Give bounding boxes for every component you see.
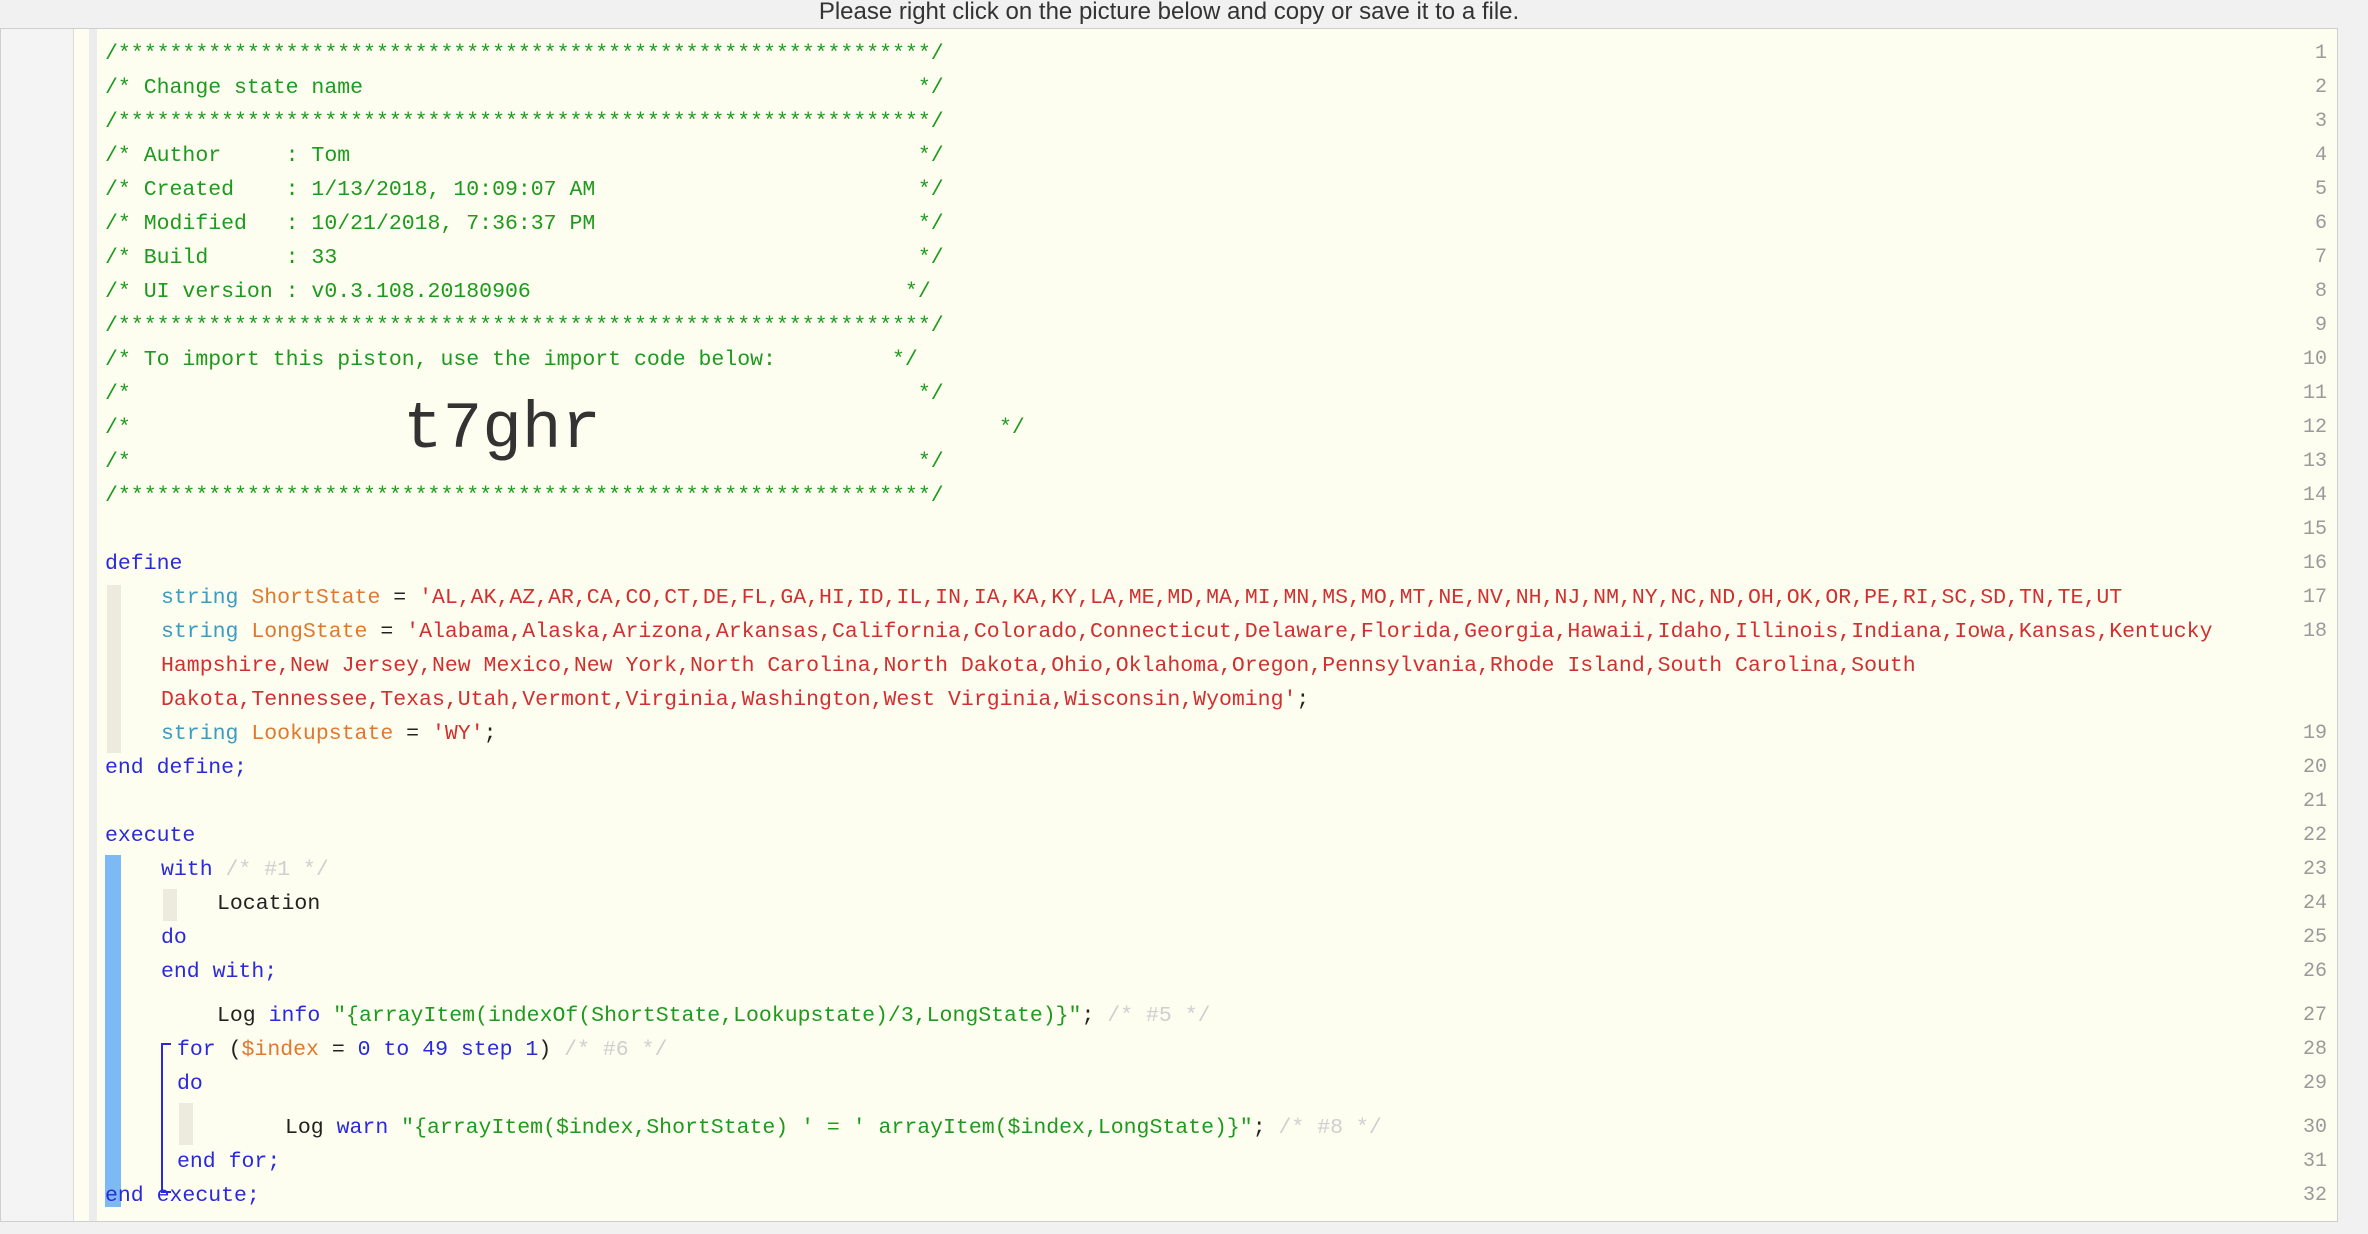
line-number: 3 xyxy=(2314,110,2327,133)
line-number: 15 xyxy=(2302,518,2327,541)
header-build: /* Build : 33 */ xyxy=(105,246,944,270)
for-indent-guide xyxy=(179,1103,193,1145)
line-number: 25 xyxy=(2302,926,2327,949)
for-statement: for ($index = 0 to 49 step 1) /* #6 */ xyxy=(177,1038,668,1062)
shortstate-declaration: string ShortState = 'AL,AK,AZ,AR,CA,CO,C… xyxy=(161,586,2123,610)
end-for-keyword: end for; xyxy=(177,1150,281,1174)
end-with-keyword: end with; xyxy=(161,960,278,984)
do-keyword: do xyxy=(161,926,187,950)
for-do-keyword: do xyxy=(177,1072,203,1096)
line-number: 24 xyxy=(2302,892,2327,915)
header-blank: /* */ xyxy=(105,450,944,474)
header-import-note: /* To import this piston, use the import… xyxy=(105,348,918,372)
line-number: 32 xyxy=(2302,1184,2327,1207)
piston-code-image[interactable]: 1 2 3 4 5 6 7 8 9 10 11 12 13 14 15 16 17 18 19 20 21 22 23 24 2… xyxy=(0,28,2338,1222)
line-number: 23 xyxy=(2302,858,2327,881)
line-number: 2 xyxy=(2314,76,2327,99)
longstate-continuation-1: Hampshire,New Jersey,New Mexico,New York… xyxy=(161,654,1916,678)
header-border: /***************************************… xyxy=(105,110,944,134)
line-number: 4 xyxy=(2314,144,2327,167)
line-number: 10 xyxy=(2302,348,2327,371)
log-warn-statement: Log warn "{arrayItem($index,ShortState) … xyxy=(285,1116,1382,1140)
line-number: 28 xyxy=(2302,1038,2327,1061)
location-device: Location xyxy=(217,892,321,916)
longstate-continuation-2: Dakota,Tennessee,Texas,Utah,Vermont,Virg… xyxy=(161,688,1310,712)
line-number: 6 xyxy=(2314,212,2327,235)
line-number: 13 xyxy=(2302,450,2327,473)
end-define-keyword: end define; xyxy=(105,756,247,780)
line-number: 14 xyxy=(2302,484,2327,507)
line-number: 20 xyxy=(2302,756,2327,779)
line-number: 7 xyxy=(2314,246,2327,269)
line-number: 21 xyxy=(2302,790,2327,813)
line-number: 9 xyxy=(2314,314,2327,337)
log-info-statement: Log info "{arrayItem(indexOf(ShortState,… xyxy=(217,1004,1211,1028)
copy-instruction: Please right click on the picture below … xyxy=(818,0,1520,25)
define-keyword: define xyxy=(105,552,183,576)
header-title: /* Change state name */ xyxy=(105,76,944,100)
selection-bar xyxy=(105,855,121,1207)
header-border: /***************************************… xyxy=(105,314,944,338)
line-number: 5 xyxy=(2314,178,2327,201)
header-border-top: /***************************************… xyxy=(105,42,944,66)
header-code-suffix: */ xyxy=(999,416,1025,440)
header-ui-version: /* UI version : v0.3.108.20180906 */ xyxy=(105,280,931,304)
longstate-declaration: string LongState = 'Alabama,Alaska,Arizo… xyxy=(161,620,2213,644)
line-number: 30 xyxy=(2302,1116,2327,1139)
header-author: /* Author : Tom */ xyxy=(105,144,944,168)
with-statement: with /* #1 */ xyxy=(161,858,329,882)
line-number: 17 xyxy=(2302,586,2327,609)
line-number: 31 xyxy=(2302,1150,2327,1173)
line-number: 16 xyxy=(2302,552,2327,575)
define-indent-guide xyxy=(107,585,121,753)
header-modified: /* Modified : 10/21/2018, 7:36:37 PM */ xyxy=(105,212,944,236)
line-number: 29 xyxy=(2302,1072,2327,1095)
with-indent-guide xyxy=(163,889,177,921)
line-number: 22 xyxy=(2302,824,2327,847)
line-number: 18 xyxy=(2302,620,2327,643)
lookupstate-declaration: string Lookupstate = 'WY'; xyxy=(161,722,497,746)
header-border-bottom: /***************************************… xyxy=(105,484,944,508)
header-created: /* Created : 1/13/2018, 10:09:07 AM */ xyxy=(105,178,944,202)
line-number: 27 xyxy=(2302,1004,2327,1027)
header-code-prefix: /* xyxy=(105,416,131,440)
gutter-edge xyxy=(89,29,97,1221)
line-number: 8 xyxy=(2314,280,2327,303)
line-number: 1 xyxy=(2314,42,2327,65)
line-number: 12 xyxy=(2302,416,2327,439)
line-number-gutter xyxy=(1,29,74,1221)
line-number: 26 xyxy=(2302,960,2327,983)
execute-keyword: execute xyxy=(105,824,196,848)
line-number: 11 xyxy=(2302,382,2327,405)
for-loop-bracket xyxy=(161,1043,171,1193)
end-execute-keyword: end execute; xyxy=(105,1184,260,1208)
line-number: 19 xyxy=(2302,722,2327,745)
